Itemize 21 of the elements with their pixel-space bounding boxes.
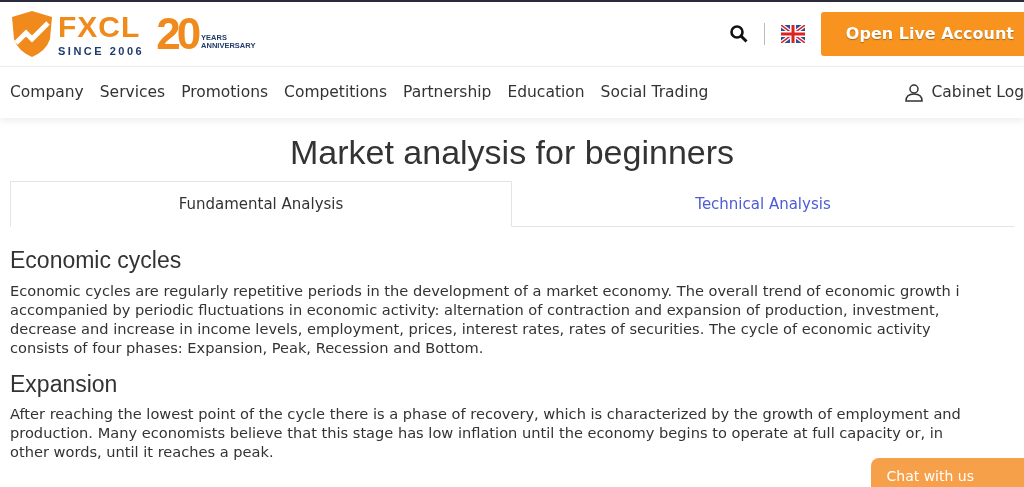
since-text: SINCE 2006 bbox=[58, 45, 145, 57]
section-heading: Expansion bbox=[10, 370, 119, 399]
nav-link[interactable]: Promotions bbox=[181, 80, 269, 105]
nav-link[interactable]: Company bbox=[10, 80, 84, 105]
tab[interactable]: Fundamental Analysis bbox=[10, 180, 512, 228]
nav-link[interactable]: Services bbox=[99, 80, 166, 105]
tab[interactable]: Technical Analysis bbox=[512, 180, 1014, 228]
nav-link[interactable]: Social Trading bbox=[600, 80, 709, 105]
paragraph: Economic cycles are regularly repetitive periods in the development of a market economy. The overall trend of economic growth i accompanied by periodic fluctuations in economic activity: alternation of contraction and expansion of production, investment, decrease and increase in income levels, employment, prices, interest rates, rates of securities. The cycle of economic activity consists of four phases: Expansion, Peak, Recession and Bottom. bbox=[10, 280, 961, 357]
section-heading: Economic cycles bbox=[10, 247, 183, 275]
shield-logo-icon bbox=[10, 9, 54, 59]
nav-link[interactable]: Education bbox=[507, 80, 585, 105]
uk-flag-icon[interactable] bbox=[780, 25, 805, 43]
brand-name: FXCL bbox=[58, 11, 141, 42]
nav-link[interactable]: Competitions bbox=[284, 80, 387, 105]
anniversary-number: 20 bbox=[156, 12, 198, 56]
nav-link[interactable]: Partnership bbox=[403, 80, 492, 105]
user-icon[interactable] bbox=[905, 83, 924, 102]
page-title: Market analysis for beginners bbox=[288, 132, 736, 173]
search-icon[interactable] bbox=[729, 25, 748, 43]
login-link[interactable]: Cabinet Log bbox=[931, 80, 1024, 105]
